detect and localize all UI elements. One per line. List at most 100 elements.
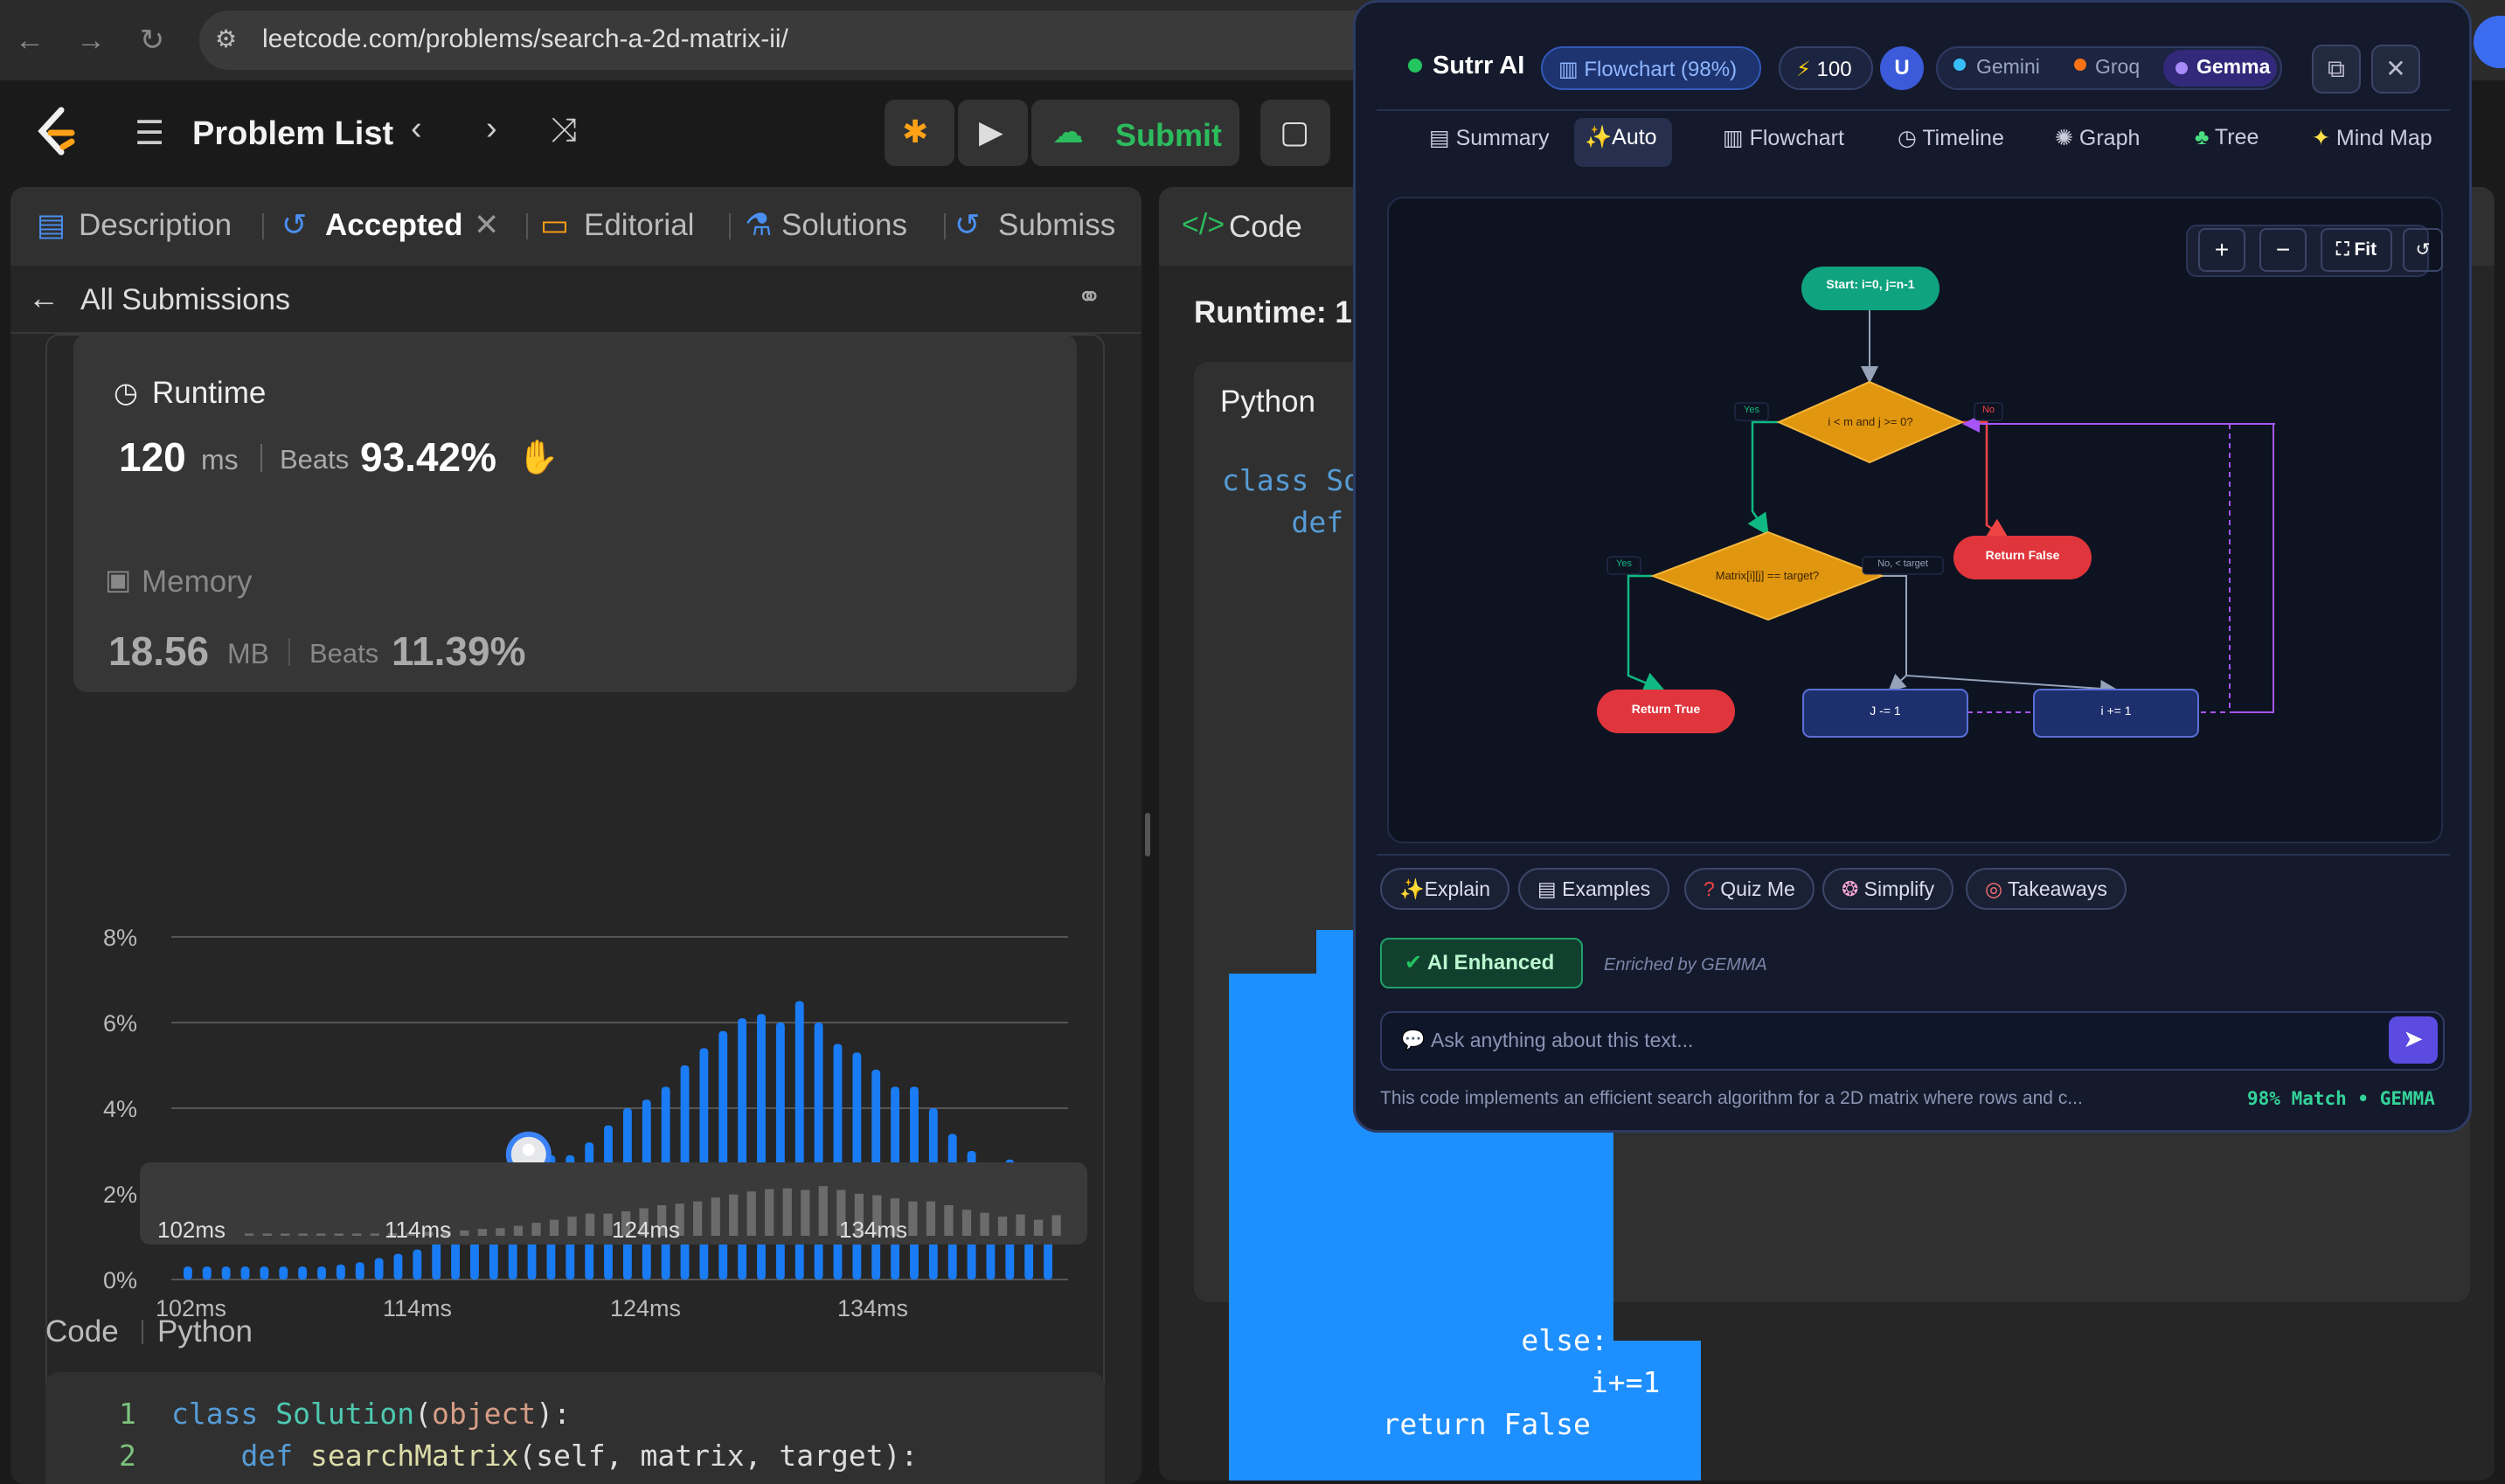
mini-x-tick-label: 102ms <box>157 1217 226 1243</box>
prev-problem-icon[interactable]: ‹ <box>411 110 422 148</box>
mini-bar <box>496 1228 505 1236</box>
all-submissions-link[interactable]: All Submissions <box>80 283 290 317</box>
line-number: 2 <box>119 1439 136 1473</box>
distribution-bar[interactable] <box>413 1249 422 1279</box>
next-problem-icon[interactable]: › <box>486 110 497 148</box>
edge-label-yes: Yes <box>1744 405 1759 415</box>
distribution-bar[interactable] <box>432 1240 441 1279</box>
mini-bar <box>961 1210 972 1236</box>
leetcode-logo-icon[interactable] <box>33 107 80 159</box>
shuffle-icon[interactable]: ⤨ <box>551 112 577 149</box>
cloud-upload-icon: ☁ <box>1052 114 1084 149</box>
distribution-bar[interactable] <box>279 1266 288 1279</box>
back-icon[interactable]: ← <box>9 19 51 61</box>
mini-bar <box>908 1201 918 1236</box>
edge-greater <box>1882 575 2118 697</box>
runtime-result-label: Runtime: 1( <box>1194 295 1363 329</box>
divider <box>142 1320 143 1344</box>
brain-icon: ❂ <box>1842 877 1864 900</box>
edge-no <box>1962 420 2010 540</box>
avatar-head-icon <box>522 1143 535 1156</box>
reload-icon[interactable]: ↻ <box>131 19 173 61</box>
edge-no-less <box>1882 575 1907 692</box>
mini-bar <box>980 1212 989 1236</box>
tab-editorial[interactable]: Editorial <box>584 208 694 243</box>
match-score: 98% Match • GEMMA <box>2247 1088 2435 1109</box>
quiz-button[interactable]: ? Quiz Me <box>1684 868 1815 910</box>
code-language: Python <box>1220 385 1315 419</box>
edge-yes <box>1747 420 1779 537</box>
forward-icon[interactable]: → <box>70 19 112 61</box>
distribution-bar[interactable] <box>260 1266 269 1279</box>
tab-code[interactable]: Code <box>1229 210 1302 245</box>
mini-bar <box>549 1219 559 1236</box>
distribution-bar[interactable] <box>317 1266 326 1279</box>
back-arrow-icon[interactable]: ← <box>28 280 59 316</box>
url-text[interactable]: leetcode.com/problems/search-a-2d-matrix… <box>262 24 788 54</box>
takeaways-button[interactable]: ◎ Takeaways <box>1966 868 2127 910</box>
divider <box>288 638 290 666</box>
mini-bar <box>729 1194 739 1236</box>
tab-accepted[interactable]: Accepted <box>325 208 463 243</box>
sparkle-icon: ✨ <box>1399 877 1425 900</box>
flow-dec-j-text: J -= 1 <box>1870 704 1901 718</box>
explain-button[interactable]: ✨Explain <box>1380 868 1510 910</box>
send-icon[interactable]: ➤ <box>2389 1016 2438 1064</box>
sutrr-ai-panel[interactable]: Sutrr AI ▥ Flowchart (98%) ⚡ 100 U Gemin… <box>1353 0 2472 1133</box>
distribution-bar[interactable] <box>240 1266 250 1279</box>
site-settings-icon[interactable]: ⚙ <box>215 24 246 56</box>
distribution-bar[interactable] <box>221 1266 231 1279</box>
tab-solutions[interactable]: Solutions <box>781 208 907 243</box>
mini-bar <box>298 1233 308 1236</box>
problem-list-link[interactable]: Problem List <box>192 115 393 153</box>
close-tab-icon[interactable]: ✕ <box>474 208 499 243</box>
runtime-card[interactable]: ◷ Runtime 120 ms Beats 93.42% ✋ <box>73 334 1077 692</box>
examples-button[interactable]: ▤ Examples <box>1518 868 1670 910</box>
mini-bar <box>926 1201 936 1236</box>
line-number: 1 <box>119 1397 136 1431</box>
mini-bar <box>1051 1215 1061 1236</box>
memory-value: 18.56 <box>108 628 210 674</box>
panel-resizer[interactable] <box>1145 813 1150 856</box>
tab-submissions[interactable]: Submiss <box>998 208 1115 243</box>
tab-separator <box>526 213 528 239</box>
simplify-button[interactable]: ❂ Simplify <box>1822 868 1954 910</box>
flow-inc-i-text: i += 1 <box>2100 704 2132 718</box>
share-link-icon[interactable]: ⚭ <box>1077 280 1102 315</box>
distribution-bar[interactable] <box>355 1262 364 1279</box>
y-tick-label: 0% <box>103 1267 137 1293</box>
left-panel: ▤ Description ↺ Accepted ✕ ▭ Editorial ⚗… <box>10 187 1141 1484</box>
mini-bar <box>693 1201 703 1236</box>
distribution-bar[interactable] <box>184 1266 192 1279</box>
code-line: class Solution(object): <box>171 1397 572 1431</box>
clock-icon: ◷ <box>114 377 138 408</box>
mini-bar <box>1016 1214 1025 1236</box>
mini-bar <box>567 1217 577 1236</box>
mini-x-tick-label: 134ms <box>839 1217 907 1243</box>
runtime-unit: ms <box>201 444 239 475</box>
submit-button[interactable]: ☁ Submit <box>1031 100 1239 166</box>
code-viewer[interactable]: 1 class Solution(object): 2 def searchMa… <box>45 1372 1105 1484</box>
tab-description[interactable]: Description <box>79 208 232 243</box>
ask-placeholder: Ask anything about this text... <box>1431 1029 1694 1051</box>
list-icon[interactable]: ☰ <box>135 114 164 153</box>
notes-button[interactable]: ▢ <box>1260 100 1330 166</box>
distribution-bar[interactable] <box>336 1264 345 1279</box>
code-line: else: <box>1313 1323 1608 1357</box>
run-button[interactable]: ▶ <box>958 100 1028 166</box>
distribution-bar[interactable] <box>202 1266 212 1279</box>
distribution-bar[interactable] <box>374 1258 384 1280</box>
chat-icon: 💬 <box>1401 1029 1426 1051</box>
code-brackets-icon: </> <box>1182 208 1225 241</box>
runtime-title: Runtime <box>152 376 267 410</box>
mini-bar <box>513 1225 524 1236</box>
edge-label-no: No <box>1981 405 1995 415</box>
edge-label-no-less: No, < target <box>1877 558 1928 569</box>
distribution-bar[interactable] <box>393 1253 403 1279</box>
distribution-bar[interactable] <box>298 1266 308 1279</box>
debug-button[interactable]: ✱ <box>885 100 954 166</box>
mini-x-tick-label: 114ms <box>385 1217 451 1243</box>
flask-icon: ⚗ <box>745 208 773 242</box>
tab-separator <box>262 213 264 239</box>
mini-bar <box>765 1189 774 1236</box>
